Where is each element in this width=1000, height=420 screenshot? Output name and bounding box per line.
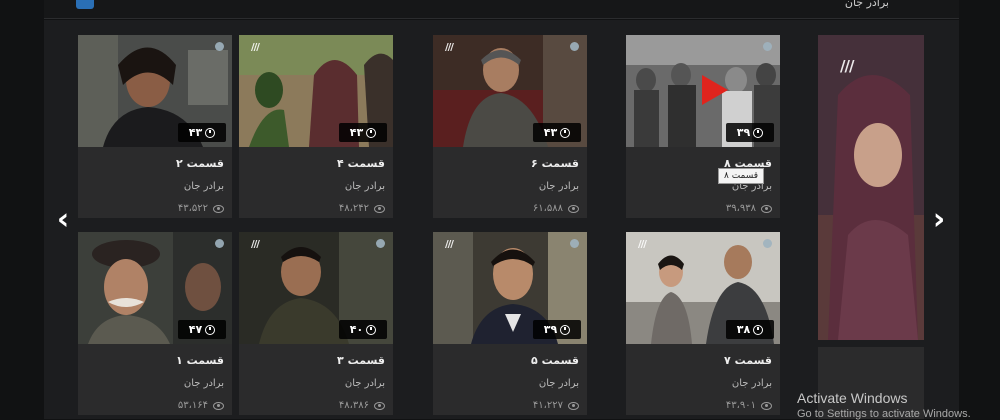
episode-card[interactable]: ۴۷ قسمت ۱ برادر جان ۵۳،۱۶۴ <box>78 232 232 415</box>
channel-logo: /// <box>251 239 260 250</box>
series-name: برادر جان <box>183 378 224 389</box>
view-count: ۴۸،۳۸۶ <box>339 400 385 411</box>
eye-icon <box>761 401 772 410</box>
episode-card[interactable]: ۴۳ قسمت ۲ برادر جان ۴۳،۵۲۲ <box>78 35 232 218</box>
channel-badge-icon <box>763 42 772 51</box>
windows-activation-subtitle: Go to Settings to activate Windows. <box>797 408 971 420</box>
episode-card[interactable]: /// ۳۸ قسمت ۷ برادر جان ۴۳،۹۰۱ <box>626 232 780 415</box>
top-bar-title: برادر جان <box>844 0 889 9</box>
featured-poster[interactable]: /// <box>818 35 924 340</box>
episode-title[interactable]: قسمت ۵ <box>531 354 579 367</box>
view-count: ۴۱،۲۲۷ <box>533 400 579 411</box>
next-arrow-icon[interactable]: › <box>926 205 952 235</box>
clock-icon <box>366 324 377 335</box>
view-count: ۵۳،۱۶۴ <box>178 400 224 411</box>
clock-icon <box>560 127 571 138</box>
series-name: برادر جان <box>344 378 385 389</box>
prev-arrow-icon[interactable]: ‹ <box>50 205 76 235</box>
episode-title[interactable]: قسمت ۱ <box>176 354 224 367</box>
app-icon[interactable] <box>76 0 94 9</box>
clock-icon <box>205 127 216 138</box>
episode-card[interactable]: /// ۴۳ قسمت ۶ برادر جان ۶۱،۵۸۸ <box>433 35 587 218</box>
view-count: ۶۱،۵۸۸ <box>533 203 579 214</box>
channel-badge-icon <box>570 239 579 248</box>
duration-badge: ۳۹ <box>533 320 581 339</box>
eye-icon <box>374 204 385 213</box>
episode-thumbnail[interactable]: ۳۹ <box>626 35 780 147</box>
duration-badge: ۴۳ <box>533 123 581 142</box>
eye-icon <box>374 401 385 410</box>
clock-icon <box>366 127 377 138</box>
series-name: برادر جان <box>344 181 385 192</box>
clock-icon <box>205 324 216 335</box>
episode-thumbnail[interactable]: /// ۴۳ <box>239 35 393 147</box>
channel-logo: /// <box>445 42 454 53</box>
episodes-carousel: ۴۳ قسمت ۲ برادر جان ۴۳،۵۲۲ /// ۴۳ قسمت ۴ <box>44 20 959 419</box>
clock-icon <box>753 127 764 138</box>
eye-icon <box>213 204 224 213</box>
episode-thumbnail[interactable]: ۴۳ <box>78 35 232 147</box>
channel-logo: /// <box>251 42 260 53</box>
channel-badge-icon <box>763 239 772 248</box>
channel-logo: /// <box>638 239 647 250</box>
series-name: برادر جان <box>731 378 772 389</box>
play-icon[interactable] <box>702 75 728 105</box>
view-count: ۴۸،۲۴۲ <box>339 203 385 214</box>
episode-card[interactable]: ۳۹ قسمت ۸ برادر جان ۳۹،۹۳۸ <box>626 35 780 218</box>
duration-badge: ۴۳ <box>339 123 387 142</box>
duration-badge: ۳۸ <box>726 320 774 339</box>
eye-icon <box>568 401 579 410</box>
episode-tooltip: قسمت ۸ <box>718 168 765 184</box>
duration-badge: ۴۰ <box>339 320 387 339</box>
duration-badge: ۴۳ <box>178 123 226 142</box>
episode-title[interactable]: قسمت ۴ <box>337 157 385 170</box>
view-count: ۴۳،۵۲۲ <box>178 203 224 214</box>
episode-card[interactable]: /// ۴۳ قسمت ۴ برادر جان ۴۸،۲۴۲ <box>239 35 393 218</box>
episode-thumbnail[interactable]: /// ۴۰ <box>239 232 393 344</box>
episode-thumbnail[interactable]: /// ۳۹ <box>433 232 587 344</box>
episode-title[interactable]: قسمت ۳ <box>337 354 385 367</box>
clock-icon <box>753 324 764 335</box>
clock-icon <box>560 324 571 335</box>
channel-badge-icon <box>215 42 224 51</box>
channel-logo: /// <box>445 239 454 250</box>
top-bar: برادر جان <box>44 0 959 19</box>
windows-activation-title: Activate Windows <box>797 390 908 406</box>
eye-icon <box>568 204 579 213</box>
eye-icon <box>213 401 224 410</box>
series-name: برادر جان <box>538 378 579 389</box>
episode-title[interactable]: قسمت ۲ <box>176 157 224 170</box>
episode-thumbnail[interactable]: /// ۳۸ <box>626 232 780 344</box>
channel-logo: /// <box>840 57 854 75</box>
episode-title[interactable]: قسمت ۶ <box>531 157 579 170</box>
series-name: برادر جان <box>538 181 579 192</box>
view-count: ۴۳،۹۰۱ <box>726 400 772 411</box>
episode-title[interactable]: قسمت ۷ <box>724 354 772 367</box>
channel-badge-icon <box>570 42 579 51</box>
view-count: ۳۹،۹۳۸ <box>726 203 772 214</box>
duration-badge: ۳۹ <box>726 123 774 142</box>
eye-icon <box>761 204 772 213</box>
episode-thumbnail[interactable]: /// ۴۳ <box>433 35 587 147</box>
channel-badge-icon <box>215 239 224 248</box>
channel-badge-icon <box>376 239 385 248</box>
duration-badge: ۴۷ <box>178 320 226 339</box>
series-name: برادر جان <box>183 181 224 192</box>
episode-card[interactable]: /// ۳۹ قسمت ۵ برادر جان ۴۱،۲۲۷ <box>433 232 587 415</box>
episode-card[interactable]: /// ۴۰ قسمت ۳ برادر جان ۴۸،۳۸۶ <box>239 232 393 415</box>
episode-thumbnail[interactable]: ۴۷ <box>78 232 232 344</box>
